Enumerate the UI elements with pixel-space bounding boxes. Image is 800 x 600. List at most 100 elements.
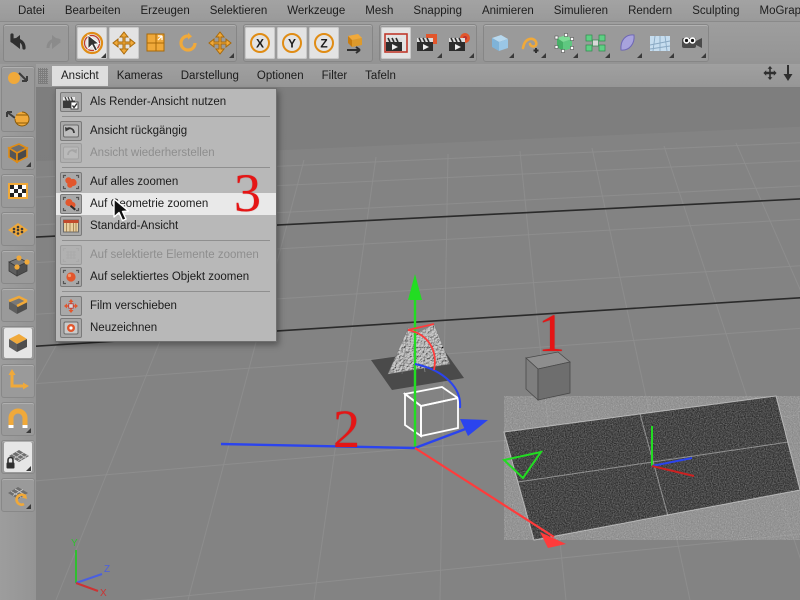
menu-sculpting[interactable]: Sculpting — [682, 2, 749, 20]
left-toolbar-group — [1, 478, 35, 512]
undo-icon[interactable] — [5, 27, 35, 59]
viewport-menu-filter[interactable]: Filter — [313, 66, 357, 86]
move-axis-icon[interactable] — [205, 27, 235, 59]
axis-mode-icon[interactable] — [4, 366, 32, 396]
menu-separator — [62, 291, 270, 292]
left-toolbar-group — [1, 136, 35, 170]
menu-mograph[interactable]: MoGraph — [750, 2, 800, 20]
menu-item-ansicht-rueckgaengig[interactable]: Ansicht rückgängig — [56, 120, 276, 142]
view-undo-icon — [60, 121, 82, 141]
viewport-menu-ansicht[interactable]: Ansicht — [52, 66, 108, 86]
texture-mode-icon[interactable] — [4, 176, 32, 206]
generator-icon[interactable] — [549, 27, 579, 59]
svg-text:Y: Y — [288, 37, 296, 51]
render-settings-icon[interactable] — [445, 27, 475, 59]
edges-mode-icon[interactable] — [4, 290, 32, 320]
move-film-icon — [60, 296, 82, 316]
workplane-rotate-icon[interactable] — [4, 480, 32, 510]
menu-item-label: Ansicht rückgängig — [90, 125, 187, 137]
menu-item-ansicht-wiederherstellen: Ansicht wiederherstellen — [56, 142, 276, 164]
render-view-icon[interactable] — [381, 27, 411, 59]
axis-z-lock-icon[interactable]: Z — [309, 27, 339, 59]
left-toolbar-group — [1, 402, 35, 436]
viewport-menu-tafeln[interactable]: Tafeln — [356, 66, 405, 86]
menu-snapping[interactable]: Snapping — [403, 2, 472, 20]
default-view-icon — [60, 216, 82, 236]
zoom-view-icon[interactable] — [782, 65, 794, 86]
cinema4d-window: DateiBearbeitenErzeugenSelektierenWerkze… — [0, 0, 800, 600]
mograph-cloner-icon[interactable] — [581, 27, 611, 59]
menu-simulieren[interactable]: Simulieren — [544, 2, 618, 20]
viewport-menu-optionen[interactable]: Optionen — [248, 66, 313, 86]
object-mode-icon[interactable] — [4, 138, 32, 168]
menu-item-label: Ansicht wiederherstellen — [90, 147, 215, 159]
menu-separator — [62, 240, 270, 241]
main-menu-bar: DateiBearbeitenErzeugenSelektierenWerkze… — [0, 0, 800, 22]
snap-magnet-icon[interactable] — [4, 404, 32, 434]
rotate-tool-icon[interactable] — [173, 27, 203, 59]
menu-item-label: Auf Geometrie zoomen — [90, 198, 208, 210]
menu-selektieren[interactable]: Selektieren — [200, 2, 278, 20]
zoom-object-icon — [60, 267, 82, 287]
render-view-icon — [60, 92, 82, 112]
menu-item-label: Standard-Ansicht — [90, 220, 178, 232]
viewport-menu-darstellung[interactable]: Darstellung — [172, 66, 248, 86]
viewport-menu-bar: AnsichtKamerasDarstellungOptionenFilterT… — [36, 64, 800, 88]
viewport-nav-icons — [763, 65, 800, 86]
menu-item-film-verschieben[interactable]: Film verschieben — [56, 295, 276, 317]
toolbar-group — [3, 24, 69, 62]
primitive-cube-icon[interactable] — [485, 27, 515, 59]
axis-label-x: X — [100, 588, 107, 599]
pan-view-icon[interactable] — [763, 66, 777, 85]
workplane-lock-icon[interactable] — [4, 442, 32, 472]
toolbar-group — [483, 24, 709, 62]
deformer-icon[interactable] — [613, 27, 643, 59]
viewport-drag-grip[interactable] — [38, 68, 48, 84]
polygons-mode-icon[interactable] — [4, 328, 32, 358]
render-region-icon[interactable] — [413, 27, 443, 59]
menu-item-neuzeichnen[interactable]: Neuzeichnen — [56, 317, 276, 339]
toolbar-group — [75, 24, 237, 62]
menu-item-label: Auf selektierte Elemente zoomen — [90, 249, 259, 261]
world-coordinates-icon[interactable] — [341, 27, 371, 59]
model-mode-icon[interactable] — [4, 100, 32, 130]
points-mode-icon[interactable] — [4, 252, 32, 282]
menu-item-label: Film verschieben — [90, 300, 177, 312]
menu-item-auf-selektiertes-objekt-zoomen[interactable]: Auf selektiertes Objekt zoomen — [56, 266, 276, 288]
axis-y-lock-icon[interactable]: Y — [277, 27, 307, 59]
zoom-elements-icon — [60, 245, 82, 265]
viewport-menu-kameras[interactable]: Kameras — [108, 66, 172, 86]
menu-item-auf-selektierte-elemente-zoomen: Auf selektierte Elemente zoomen — [56, 244, 276, 266]
menu-rendern[interactable]: Rendern — [618, 2, 682, 20]
annotation-1: 1 — [538, 306, 565, 360]
axis-label-z: Z — [104, 564, 110, 575]
menu-separator — [62, 116, 270, 117]
menu-werkzeuge[interactable]: Werkzeuge — [277, 2, 355, 20]
workplane-icon[interactable] — [4, 214, 32, 244]
svg-text:X: X — [256, 37, 264, 51]
menu-datei[interactable]: Datei — [8, 2, 55, 20]
menu-bearbeiten[interactable]: Bearbeiten — [55, 2, 131, 20]
camera-icon[interactable] — [677, 27, 707, 59]
scale-tool-icon[interactable] — [141, 27, 171, 59]
redraw-icon — [60, 318, 82, 338]
make-editable-icon[interactable] — [4, 68, 32, 98]
environment-icon[interactable] — [645, 27, 675, 59]
svg-text:Z: Z — [320, 37, 327, 51]
move-tool-icon[interactable] — [109, 27, 139, 59]
left-mode-toolbar — [0, 64, 37, 600]
axis-x-lock-icon[interactable]: X — [245, 27, 275, 59]
menu-item-label: Auf selektiertes Objekt zoomen — [90, 271, 249, 283]
left-toolbar-group — [1, 250, 35, 284]
left-toolbar-group — [1, 212, 35, 246]
left-toolbar-group — [1, 66, 35, 132]
spline-pen-icon[interactable] — [517, 27, 547, 59]
menu-item-label: Als Render-Ansicht nutzen — [90, 96, 226, 108]
axis-label-y: Y — [71, 538, 78, 549]
toolbar-group — [379, 24, 477, 62]
live-selection-icon[interactable] — [77, 27, 107, 59]
menu-erzeugen[interactable]: Erzeugen — [130, 2, 199, 20]
menu-item-als-render-ansicht-nutzen[interactable]: Als Render-Ansicht nutzen — [56, 91, 276, 113]
menu-mesh[interactable]: Mesh — [355, 2, 403, 20]
menu-animieren[interactable]: Animieren — [472, 2, 544, 20]
